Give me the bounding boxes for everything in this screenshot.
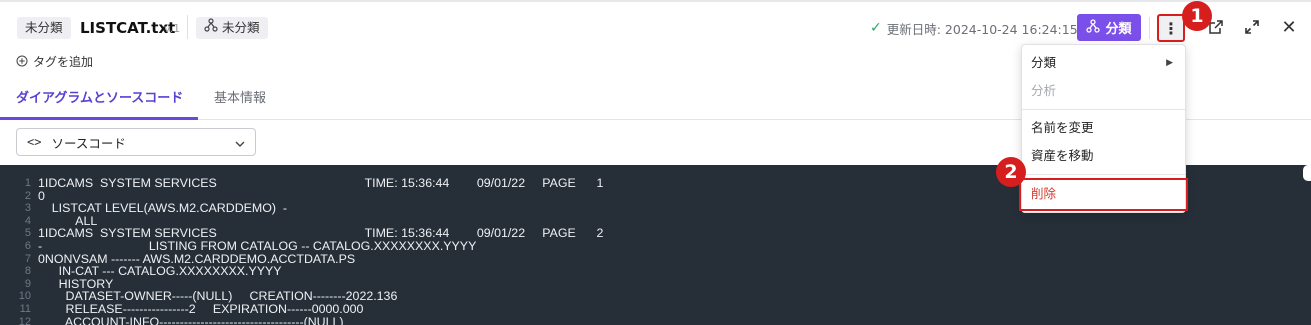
chevron-down-icon: [235, 135, 245, 150]
file-name: LISTCAT.txt: [80, 19, 176, 37]
caret-right-icon: ▶: [1166, 58, 1173, 68]
line-number: 2: [24, 189, 31, 202]
code-lines: 1 1IDCAMS SYSTEM SERVICES TIME: 15:36:44 …: [0, 177, 604, 325]
close-icon: ✕: [1281, 16, 1297, 38]
code-line: 12 ACCOUNT-INFO-------------------------…: [0, 314, 603, 325]
annotation-marker-1: 1: [1182, 1, 1212, 31]
menu-divider: [1022, 109, 1185, 110]
code-line: 3 LISTCAT LEVEL(AWS.M2.CARDDEMO) -: [0, 202, 603, 215]
line-number: 5: [24, 227, 31, 240]
annotation-marker-2: 2: [996, 157, 1026, 187]
menu-item-label: 資産を移動: [1031, 148, 1094, 163]
header-bar: 未分類 LISTCAT.txt v.1 未分類 ✓ 更新日時: 2024-10-…: [0, 13, 1311, 43]
category-chip-label: 未分類: [25, 20, 63, 35]
menu-item-classify[interactable]: 分類 ▶: [1022, 49, 1185, 77]
code-line: 1 1IDCAMS SYSTEM SERVICES TIME: 15:36:44 …: [0, 177, 603, 190]
header-divider: [187, 15, 188, 39]
updated-status: ✓ 更新日時: 2024-10-24 16:24:15: [870, 17, 1078, 39]
line-number: 11: [19, 302, 31, 315]
code-icon: <>: [27, 135, 42, 149]
add-tag-link[interactable]: タグを追加: [16, 52, 93, 70]
top-border: [0, 0, 1311, 2]
line-number: 1: [24, 177, 31, 189]
classification-chip[interactable]: 未分類: [196, 17, 268, 39]
classify-button[interactable]: 分類: [1077, 14, 1141, 41]
code-text: IN-CAT --- CATALOG.XXXXXXXX.YYYY: [38, 264, 282, 279]
expand-icon: [1245, 20, 1259, 34]
active-tab-indicator: [0, 117, 198, 120]
hierarchy-icon: [1086, 18, 1101, 37]
code-text: RELEASE----------------2 EXPIRATION-----…: [38, 301, 364, 316]
expand-button[interactable]: [1240, 15, 1264, 39]
menu-item-label: 分類: [1031, 55, 1057, 70]
header-divider: [1149, 17, 1150, 39]
menu-item-rename[interactable]: 名前を変更: [1022, 114, 1185, 142]
close-button[interactable]: ✕: [1277, 15, 1301, 39]
code-text: LISTCAT LEVEL(AWS.M2.CARDDEMO) -: [38, 201, 287, 216]
line-number: 12: [18, 315, 31, 325]
line-number: 7: [24, 252, 31, 265]
scrollbar-thumb[interactable]: [1303, 165, 1311, 181]
line-number: 6: [24, 239, 31, 252]
line-number: 8: [24, 265, 31, 278]
line-number: 9: [24, 277, 31, 290]
tab-diagram-source[interactable]: ダイアグラムとソースコード: [16, 80, 183, 120]
delete-highlight-box: [1019, 178, 1188, 211]
code-text: ACCOUNT-INFO----------------------------…: [38, 314, 344, 325]
view-select-value: ソースコード: [51, 135, 126, 151]
more-options-menu: 分類 ▶ 分析 名前を変更 資産を移動 削除: [1019, 44, 1188, 213]
add-tag-label: タグを追加: [33, 54, 94, 69]
view-select[interactable]: <> ソースコード: [16, 128, 256, 156]
classification-chip-label: 未分類: [222, 20, 260, 35]
plus-circle-icon: [16, 55, 28, 67]
menu-item-move-asset[interactable]: 資産を移動: [1022, 142, 1185, 170]
menu-divider: [1022, 174, 1185, 175]
version-label: v.1: [164, 22, 181, 35]
more-vertical-icon: ⋮: [1163, 18, 1179, 38]
check-icon: ✓: [870, 20, 882, 36]
menu-item-label: 分析: [1031, 83, 1057, 98]
category-chip[interactable]: 未分類: [17, 17, 71, 39]
code-text: - LISTING FROM CATALOG -- CATALOG.XXXXXX…: [38, 238, 477, 253]
line-number: 10: [18, 290, 31, 303]
menu-item-label: 名前を変更: [1031, 120, 1094, 135]
line-number: 3: [24, 202, 31, 215]
classify-button-label: 分類: [1105, 22, 1132, 37]
tab-basic-info[interactable]: 基本情報: [214, 80, 266, 120]
menu-item-analyze: 分析: [1022, 77, 1185, 105]
code-line: 11 RELEASE----------------2 EXPIRATION--…: [0, 303, 603, 316]
more-options-button[interactable]: ⋮: [1157, 14, 1185, 42]
code-text: 1IDCAMS SYSTEM SERVICES TIME: 15:36:44 0…: [38, 176, 604, 190]
hierarchy-icon: [204, 17, 218, 39]
code-line: 6 - LISTING FROM CATALOG -- CATALOG.XXXXX…: [0, 240, 603, 253]
code-line: 8 IN-CAT --- CATALOG.XXXXXXXX.YYYY: [0, 265, 603, 278]
updated-label: 更新日時: 2024-10-24 16:24:15: [886, 21, 1078, 37]
line-number: 4: [24, 214, 31, 227]
